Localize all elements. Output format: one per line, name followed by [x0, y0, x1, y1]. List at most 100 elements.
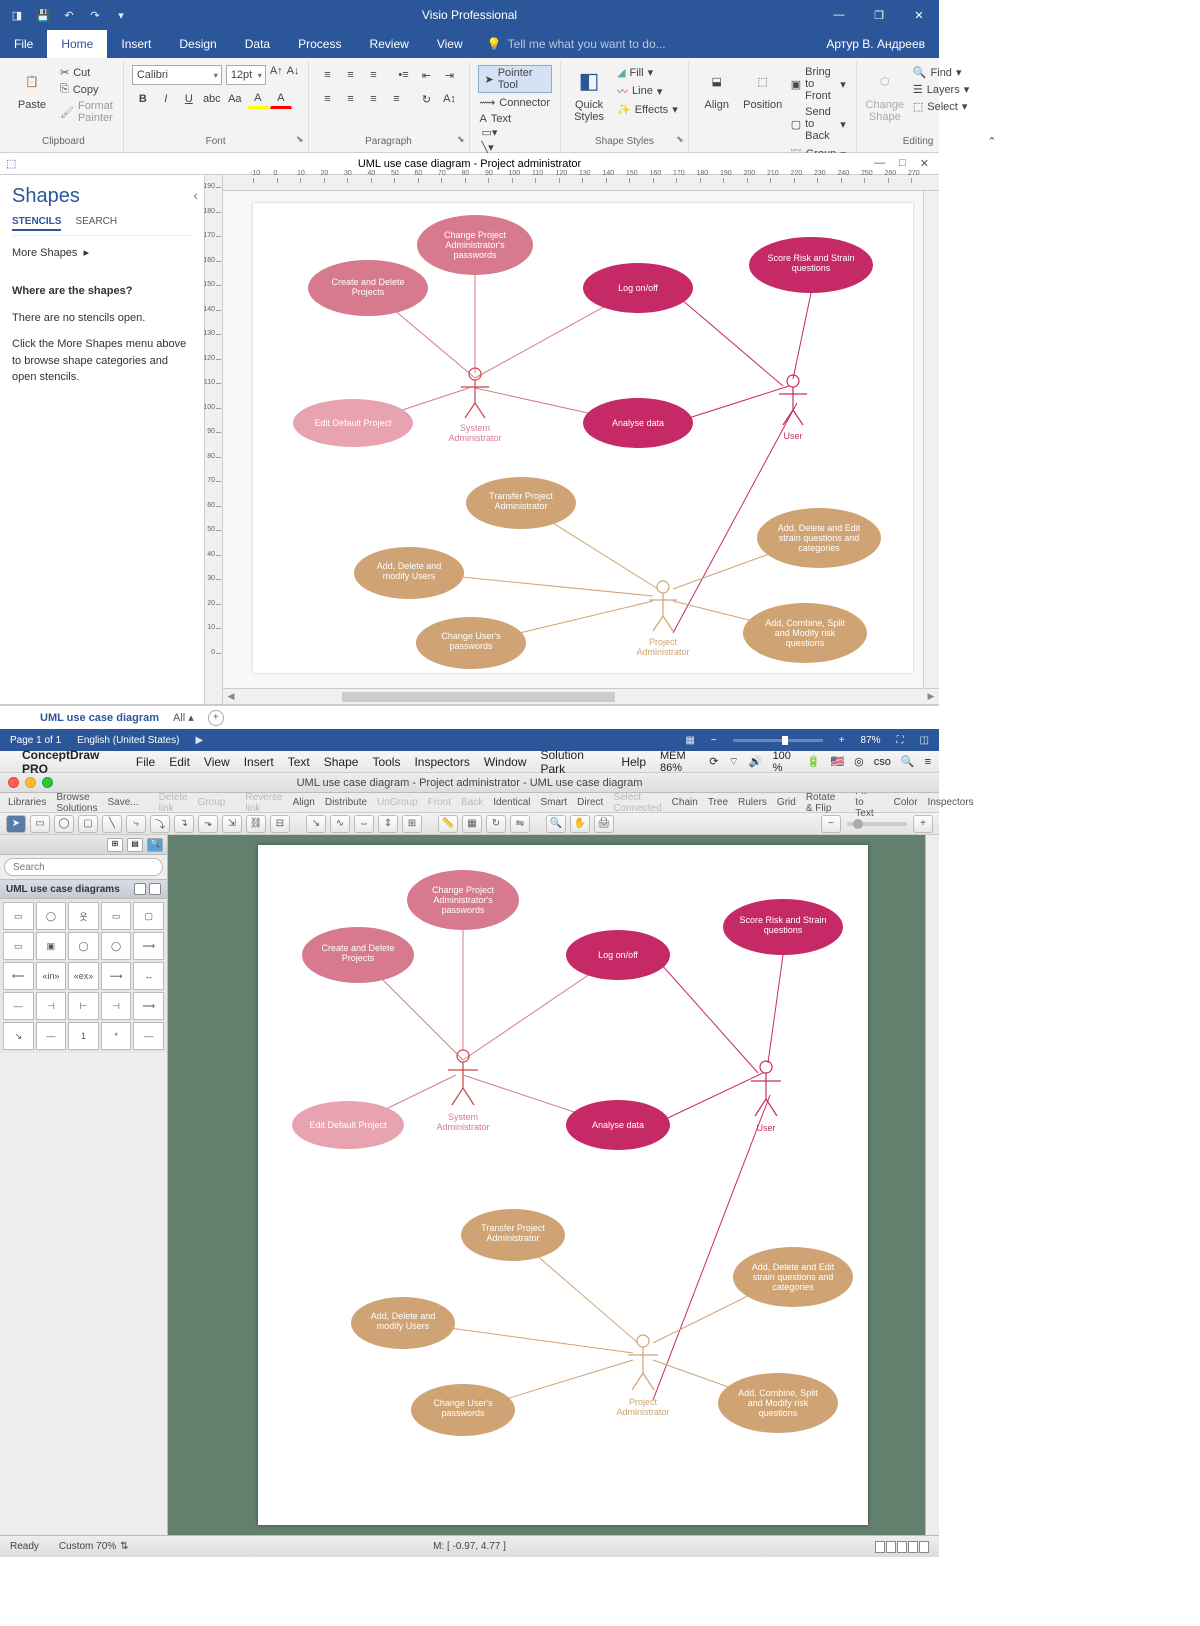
menu-window[interactable]: Window — [484, 755, 527, 769]
cd-canvas-area[interactable]: Create and DeleteProjects Change Project… — [168, 835, 925, 1535]
shapes-collapse-button[interactable]: ‹ — [193, 187, 198, 203]
tb-back[interactable]: Back — [461, 797, 483, 808]
tool-tree[interactable]: ⊟ — [270, 815, 290, 833]
tool-conn4[interactable]: ⬎ — [198, 815, 218, 833]
right-scrollbar[interactable] — [925, 835, 939, 1535]
close-button[interactable]: ✕ — [899, 0, 939, 30]
find-button[interactable]: 🔍Find ▾ — [911, 65, 971, 80]
doc-restore-button[interactable]: □ — [899, 157, 906, 170]
tb-chain[interactable]: Chain — [672, 797, 698, 808]
vertical-scrollbar[interactable] — [923, 191, 939, 688]
indent-dec-button[interactable]: ⇤ — [416, 65, 438, 85]
stencil-item[interactable]: ◯ — [68, 932, 99, 960]
zoom-out-button[interactable]: − — [821, 815, 841, 833]
qat-more-icon[interactable]: ▾ — [112, 6, 130, 24]
doc-close-button[interactable]: ✕ — [920, 157, 929, 170]
stencil-item[interactable]: * — [101, 1022, 132, 1050]
tb-inspectors[interactable]: Inspectors — [928, 797, 974, 808]
stencil-item[interactable]: ⟶ — [133, 992, 164, 1020]
close-traffic[interactable] — [8, 777, 19, 788]
stencil-item[interactable]: ⟵ — [3, 962, 34, 990]
tab-home[interactable]: Home — [47, 30, 107, 58]
panel-btn2[interactable]: ▤ — [127, 838, 143, 852]
stencil-item[interactable]: «in» — [36, 962, 67, 990]
page-tab[interactable]: UML use case diagram — [40, 712, 159, 724]
stencil-item[interactable]: 웃 — [68, 902, 99, 930]
tool-ellipse[interactable]: ◯ — [54, 815, 74, 833]
tool-zoom[interactable]: 🔍 — [546, 815, 566, 833]
tool-pointer[interactable]: ➤ — [6, 815, 26, 833]
undo-icon[interactable]: ↶ — [60, 6, 78, 24]
stencil-item[interactable]: — — [133, 1022, 164, 1050]
fit-page-icon[interactable]: ⛶ — [897, 735, 904, 746]
add-page-button[interactable]: + — [208, 710, 224, 726]
underline-button[interactable]: U — [178, 89, 200, 109]
tool-conn3[interactable]: ↴ — [174, 815, 194, 833]
menu-inspectors[interactable]: Inspectors — [414, 755, 469, 769]
layer-btn[interactable] — [897, 1541, 907, 1553]
menu-edit[interactable]: Edit — [169, 755, 190, 769]
tool-conn1[interactable]: ⤷ — [126, 815, 146, 833]
tb-distribute[interactable]: Distribute — [325, 797, 367, 808]
tb-grid[interactable]: Grid — [777, 797, 796, 808]
connector-tool-button[interactable]: ⟿Connector — [478, 95, 553, 110]
tb-front[interactable]: Front — [428, 797, 451, 808]
tool-valign[interactable]: ⇕ — [378, 815, 398, 833]
tb-rulers[interactable]: Rulers — [738, 797, 767, 808]
stencil-item[interactable]: — — [3, 992, 34, 1020]
tab-review[interactable]: Review — [355, 30, 422, 58]
flag-icon[interactable]: 🇺🇸 — [830, 755, 844, 768]
increase-font-button[interactable]: A↑ — [270, 65, 283, 85]
tb-rotateflip[interactable]: Rotate & Flip — [806, 792, 835, 814]
justify-button[interactable]: ≡ — [386, 89, 408, 109]
tool-print[interactable]: 🖨 — [594, 815, 614, 833]
tool-halign[interactable]: ⇔ — [354, 815, 374, 833]
menu-text[interactable]: Text — [288, 755, 310, 769]
tool-conn2[interactable]: ⤵ — [150, 815, 170, 833]
tb-save[interactable]: Save... — [108, 797, 139, 808]
bullets-button[interactable]: •≡ — [393, 65, 415, 85]
cd-canvas[interactable]: Create and DeleteProjects Change Project… — [258, 845, 868, 1525]
tab-file[interactable]: File — [0, 30, 47, 58]
stencil-item[interactable]: ▢ — [133, 902, 164, 930]
italic-button[interactable]: I — [155, 89, 177, 109]
tool-arrow[interactable]: ↘ — [306, 815, 326, 833]
stencil-item[interactable]: «ex» — [68, 962, 99, 990]
library-search-input[interactable] — [4, 858, 163, 876]
menubar-user[interactable]: cso — [874, 756, 891, 768]
bold-button[interactable]: B — [132, 89, 154, 109]
huh-icon[interactable]: ◎ — [854, 755, 864, 768]
copy-button[interactable]: ⎘Copy — [58, 82, 115, 97]
panel-btn1[interactable]: ⊞ — [107, 838, 123, 852]
tb-ungroup[interactable]: UnGroup — [377, 797, 418, 808]
layer-btn[interactable] — [875, 1541, 885, 1553]
paste-button[interactable]: 📋 Paste — [12, 65, 52, 134]
search-tab[interactable]: SEARCH — [75, 216, 117, 231]
align-left-button[interactable]: ≡ — [317, 89, 339, 109]
layers-button[interactable]: ☰Layers ▾ — [911, 82, 971, 97]
macro-icon[interactable]: ▶ — [195, 735, 203, 746]
redo-icon[interactable]: ↷ — [86, 6, 104, 24]
align-mid-button[interactable]: ≡ — [340, 65, 362, 85]
minimize-button[interactable]: — — [819, 0, 859, 30]
language-indicator[interactable]: English (United States) — [77, 735, 179, 746]
font-family-select[interactable]: Calibri — [132, 65, 222, 85]
effects-button[interactable]: ✨Effects ▾ — [615, 102, 680, 117]
align-center-button[interactable]: ≡ — [340, 89, 362, 109]
stencil-item[interactable]: ⟶ — [133, 932, 164, 960]
volume-icon[interactable]: 🔊 — [749, 755, 763, 768]
decrease-font-button[interactable]: A↓ — [287, 65, 300, 85]
tb-selconn[interactable]: Select Connected — [613, 792, 661, 814]
menu-solution-park[interactable]: Solution Park — [541, 748, 608, 776]
stencil-item[interactable]: ▭ — [3, 902, 34, 930]
menu-extra-icon[interactable]: ≡ — [925, 756, 931, 768]
line-button[interactable]: 〰Line ▾ — [615, 82, 680, 100]
zoom-slider[interactable] — [733, 739, 823, 742]
zoom-select[interactable]: Custom 70% ⇅ — [59, 1541, 129, 1552]
stencil-item[interactable]: ⟿ — [101, 962, 132, 990]
stencil-item[interactable]: — — [36, 1022, 67, 1050]
font-size-select[interactable]: 12pt — [226, 65, 266, 85]
tb-libraries[interactable]: Libraries — [8, 797, 46, 808]
sync-icon[interactable]: ⟳ — [709, 755, 718, 768]
stencil-item[interactable]: ↘ — [3, 1022, 34, 1050]
